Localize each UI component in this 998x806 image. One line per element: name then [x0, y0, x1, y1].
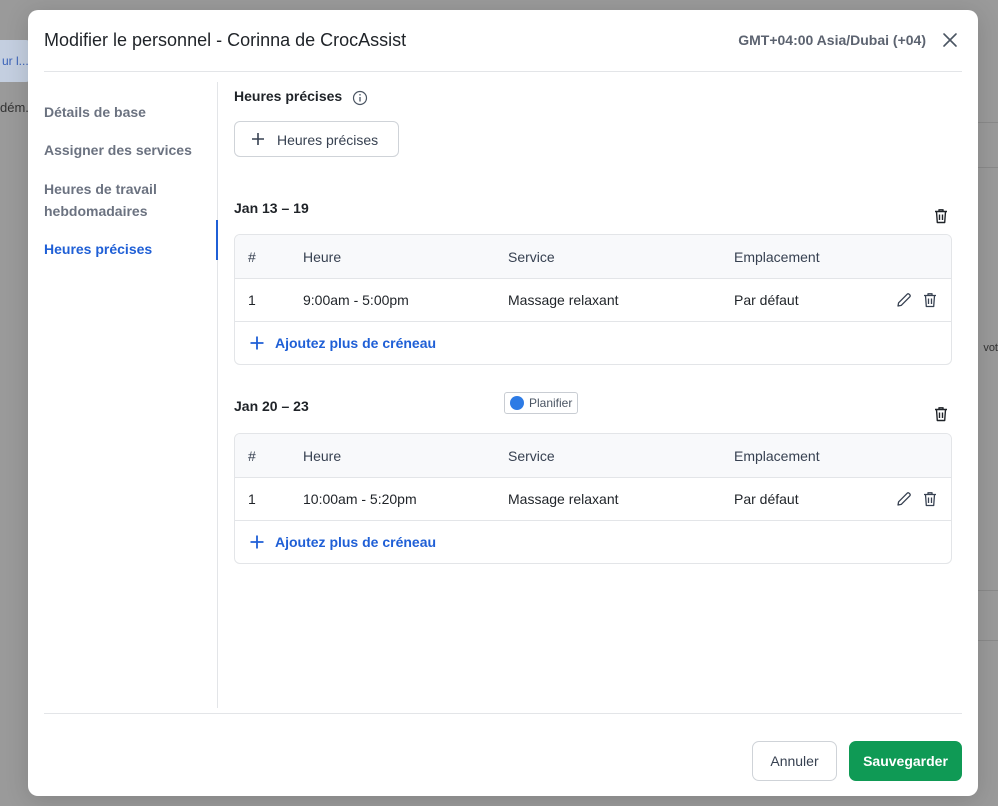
row-location: Par défaut [734, 491, 799, 507]
schedule-badge[interactable]: Planifier [504, 392, 579, 414]
delete-row-trash-icon[interactable] [921, 291, 939, 309]
row-number: 1 [248, 491, 256, 507]
row-service: Massage relaxant [508, 491, 619, 507]
column-header-number: # [248, 249, 256, 265]
save-button[interactable]: Sauvegarder [849, 741, 962, 781]
hours-table: # Heure Service Emplacement 1 10:00am - … [234, 433, 952, 564]
background-divider [978, 590, 998, 591]
sidebar-active-indicator [216, 220, 218, 260]
delete-row-trash-icon[interactable] [921, 490, 939, 508]
background-divider [978, 640, 998, 641]
date-range-label: Jan 13 – 19 [234, 200, 309, 216]
row-time: 9:00am - 5:00pm [303, 292, 409, 308]
edit-staff-modal: Modifier le personnel - Corinna de CrocA… [28, 10, 978, 796]
sidebar-item-specific-hours[interactable]: Heures précises [44, 238, 204, 260]
add-specific-hours-button[interactable]: Heures précises [234, 121, 399, 157]
background-text: dém. [0, 100, 29, 115]
plus-icon [250, 336, 264, 350]
table-header: # Heure Service Emplacement [235, 235, 951, 279]
row-service: Massage relaxant [508, 292, 619, 308]
date-range-label: Jan 20 – 23 [234, 398, 309, 414]
column-header-location: Emplacement [734, 448, 820, 464]
planner-logo-icon [510, 396, 524, 410]
edit-pencil-icon[interactable] [895, 490, 913, 508]
add-slot-link[interactable]: Ajoutez plus de créneau [249, 521, 437, 563]
column-header-number: # [248, 448, 256, 464]
plus-icon [250, 535, 264, 549]
background-text-right: vot [983, 342, 998, 354]
cancel-button[interactable]: Annuler [752, 741, 837, 781]
delete-range-trash-icon[interactable] [932, 405, 950, 423]
sidebar-item-assign-services[interactable]: Assigner des services [44, 139, 204, 161]
table-row: 1 9:00am - 5:00pm Massage relaxant Par d… [235, 279, 951, 322]
background-chip: ur l... [0, 40, 30, 82]
add-slot-link[interactable]: Ajoutez plus de créneau [249, 322, 437, 364]
modal-title: Modifier le personnel - Corinna de CrocA… [44, 30, 407, 50]
sidebar-item-basic-details[interactable]: Détails de base [44, 101, 204, 123]
sidebar-item-weekly-hours[interactable]: Heures de travail hebdomadaires [44, 178, 174, 222]
timezone-label: GMT+04:00 Asia/Dubai (+04) [738, 32, 926, 48]
modal-sidebar: Détails de base Assigner des services He… [44, 82, 218, 708]
hours-table: # Heure Service Emplacement 1 9:00am - 5… [234, 234, 952, 365]
table-row: 1 10:00am - 5:20pm Massage relaxant Par … [235, 478, 951, 521]
edit-pencil-icon[interactable] [895, 291, 913, 309]
info-icon[interactable] [352, 90, 368, 106]
schedule-badge-label: Planifier [529, 396, 573, 410]
row-number: 1 [248, 292, 256, 308]
column-header-service: Service [508, 448, 555, 464]
footer-divider [44, 713, 962, 714]
background-divider [978, 167, 998, 168]
column-header-time: Heure [303, 249, 342, 265]
add-specific-hours-label: Heures précises [277, 132, 379, 148]
add-slot-label: Ajoutez plus de créneau [275, 335, 437, 351]
column-header-time: Heure [303, 448, 342, 464]
section-title: Heures précises [234, 88, 343, 104]
table-header: # Heure Service Emplacement [235, 434, 951, 478]
delete-range-trash-icon[interactable] [932, 207, 950, 225]
add-slot-label: Ajoutez plus de créneau [275, 534, 437, 550]
row-location: Par défaut [734, 292, 799, 308]
background-divider [978, 122, 998, 123]
column-header-service: Service [508, 249, 555, 265]
column-header-location: Emplacement [734, 249, 820, 265]
plus-icon [252, 133, 264, 145]
modal-header: Modifier le personnel - Corinna de CrocA… [44, 10, 962, 72]
row-time: 10:00am - 5:20pm [303, 491, 417, 507]
close-icon[interactable] [940, 30, 960, 50]
